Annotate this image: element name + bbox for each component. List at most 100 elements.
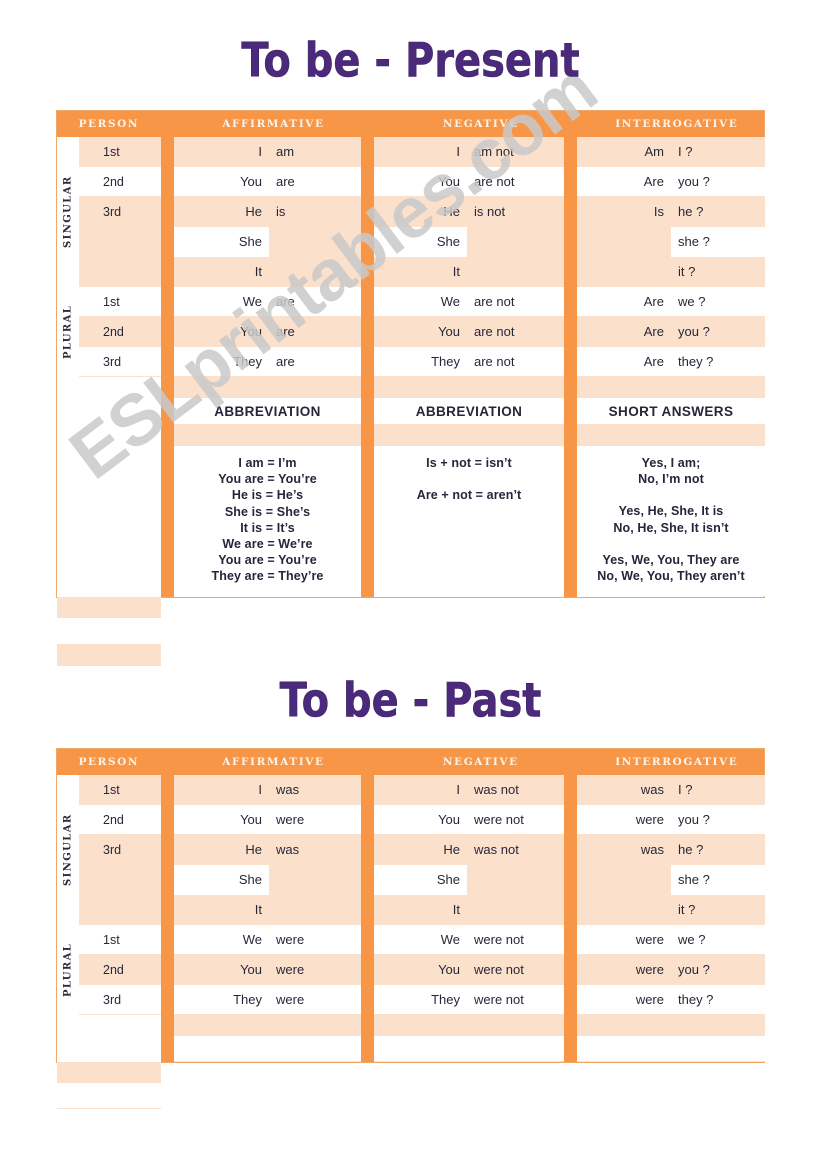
verb-cell: Are bbox=[643, 323, 664, 339]
spacer-stripe bbox=[57, 596, 161, 618]
ordinal-label: 2nd bbox=[103, 324, 124, 339]
subject-cell: they ? bbox=[678, 353, 714, 369]
ordinal-label: 1st bbox=[103, 294, 120, 309]
spacer-stripe bbox=[174, 1036, 361, 1062]
subject-cell: you ? bbox=[678, 323, 710, 339]
subject-cell: You bbox=[438, 961, 460, 977]
table-row: You are bbox=[174, 167, 361, 197]
table-row: He is bbox=[174, 197, 361, 227]
verb-cell: are not bbox=[474, 353, 515, 369]
column-divider bbox=[564, 137, 577, 597]
subject-cell: She bbox=[174, 864, 269, 895]
subject-cell: He bbox=[443, 203, 460, 219]
abbreviation-line: Are + not = aren’t bbox=[416, 488, 522, 503]
spacer-stripe bbox=[577, 1036, 765, 1062]
spacer-stripe bbox=[374, 1015, 564, 1036]
person-row: 2nd bbox=[79, 805, 161, 835]
verb-cell: were bbox=[635, 961, 664, 977]
table-row: Are you ? bbox=[577, 317, 765, 347]
table-row: Are they ? bbox=[577, 347, 765, 377]
affirmative-column: Iwas You were He was She It We were You were… bbox=[174, 775, 361, 1062]
verb-cell: were not bbox=[474, 991, 524, 1007]
table-row: was he ? bbox=[577, 835, 765, 865]
verb-cell: were bbox=[276, 961, 305, 977]
table-row: It bbox=[374, 257, 564, 287]
spacer-stripe bbox=[57, 644, 161, 666]
person-row: 1st bbox=[79, 925, 161, 955]
short-answer-line: Yes, I am; bbox=[641, 456, 701, 470]
short-answer-line: Yes, He, She, It is bbox=[618, 504, 724, 519]
table-row: it ? bbox=[577, 895, 765, 925]
subject-cell: she ? bbox=[671, 864, 765, 895]
subject-cell: we ? bbox=[678, 931, 706, 947]
column-divider bbox=[161, 775, 174, 1062]
table-row: Iwas bbox=[174, 775, 361, 805]
verb-cell: was not bbox=[474, 841, 519, 857]
ordinal-label: 2nd bbox=[103, 812, 124, 827]
ordinal-label: 1st bbox=[103, 782, 120, 797]
header-affirmative: AFFIRMATIVE bbox=[222, 118, 325, 130]
table-to-be-past: PERSON AFFIRMATIVE NEGATIVE INTERROGATIV… bbox=[56, 748, 765, 1109]
verb-cell: am not bbox=[474, 143, 514, 159]
table-row: were you ? bbox=[577, 805, 765, 835]
ordinal-label: 3rd bbox=[103, 354, 122, 369]
subject-cell: You bbox=[240, 173, 262, 189]
table-row: It bbox=[374, 895, 564, 925]
subject-cell: They bbox=[431, 353, 460, 369]
section-title-short-answers: SHORT ANSWERS bbox=[577, 398, 765, 425]
verb-cell: were bbox=[276, 991, 305, 1007]
verb-cell: were bbox=[635, 931, 664, 947]
subject-cell: He bbox=[245, 841, 262, 857]
subject-cell: it ? bbox=[678, 263, 696, 279]
person-column: SINGULAR PLURAL 1st 2nd 3rd 1st 2nd 3rd bbox=[57, 775, 161, 1109]
verb-cell: are not bbox=[474, 323, 515, 339]
verb-cell: was bbox=[640, 781, 664, 797]
table-row: Are we ? bbox=[577, 287, 765, 317]
table-row: She bbox=[174, 226, 361, 257]
subject-cell: You bbox=[438, 811, 460, 827]
subject-cell: It bbox=[254, 901, 262, 917]
table-row: She bbox=[174, 864, 361, 895]
verb-cell bbox=[467, 895, 564, 925]
short-answer-line: No, He, She, It isn’t bbox=[613, 520, 729, 535]
abbreviation-line: Is + not = isn’t bbox=[426, 456, 512, 470]
subject-cell: We bbox=[242, 931, 262, 947]
verb-cell: were bbox=[276, 811, 305, 827]
short-answer-line: No, We, You, They aren’t bbox=[597, 569, 745, 584]
column-divider bbox=[161, 137, 174, 597]
verb-cell: were bbox=[635, 811, 664, 827]
person-row: 3rd bbox=[79, 347, 161, 377]
table-row: He is not bbox=[374, 197, 564, 227]
group-label-singular: SINGULAR bbox=[62, 175, 74, 249]
subject-cell: I bbox=[258, 781, 262, 797]
column-divider bbox=[361, 775, 374, 1062]
table-row: You were not bbox=[374, 805, 564, 835]
table-row: She bbox=[374, 226, 564, 257]
verb-cell: are bbox=[276, 353, 295, 369]
person-row bbox=[79, 865, 161, 895]
person-row: 1st bbox=[79, 287, 161, 317]
table-row: They were bbox=[174, 985, 361, 1015]
person-column: SINGULAR PLURAL 1st 2nd 3rd 1st 2nd 3rd bbox=[57, 137, 161, 814]
short-answer-line: Yes, We, You, They are bbox=[602, 552, 740, 567]
header-person: PERSON bbox=[78, 118, 140, 130]
ordinal-label: 3rd bbox=[103, 204, 122, 219]
table-row: You were bbox=[174, 955, 361, 985]
subject-cell: he ? bbox=[678, 841, 704, 857]
ordinal-label: 2nd bbox=[103, 174, 124, 189]
table-row: Am I ? bbox=[577, 137, 765, 167]
table-row: She bbox=[374, 864, 564, 895]
person-row: 1st bbox=[79, 775, 161, 805]
page-title-past: To be - Past bbox=[279, 673, 542, 729]
subject-cell: You bbox=[240, 323, 262, 339]
page-title-present: To be - Present bbox=[241, 33, 580, 89]
abbreviation-line: She is = She’s bbox=[224, 504, 311, 519]
group-label-plural: PLURAL bbox=[62, 942, 74, 998]
verb-cell: were not bbox=[474, 811, 524, 827]
table-row: He was not bbox=[374, 835, 564, 865]
verb-cell bbox=[269, 895, 361, 925]
subject-cell: She bbox=[374, 864, 467, 895]
person-row bbox=[79, 257, 161, 287]
header-negative: NEGATIVE bbox=[442, 756, 519, 768]
section-spacer bbox=[57, 617, 161, 645]
